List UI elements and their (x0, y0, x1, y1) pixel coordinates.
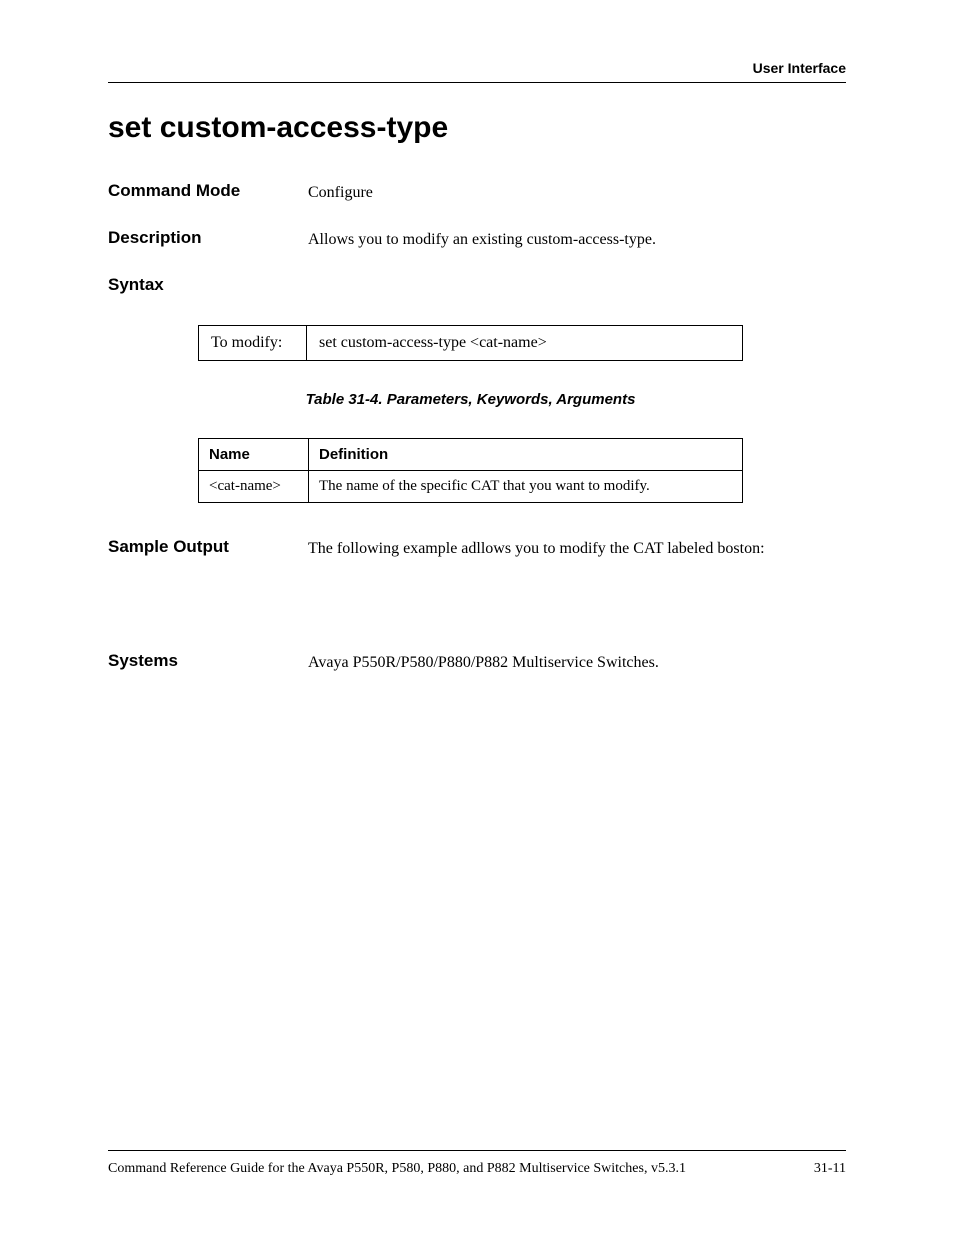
page-title: set custom-access-type (108, 111, 846, 145)
command-mode-value: Configure (308, 181, 846, 204)
params-table-caption: Table 31-4. Parameters, Keywords, Argume… (198, 391, 743, 408)
command-mode-label: Command Mode (108, 181, 308, 201)
params-header-name: Name (199, 439, 309, 471)
params-header-row: Name Definition (199, 439, 743, 471)
command-mode-row: Command Mode Configure (108, 181, 846, 204)
description-label: Description (108, 228, 308, 248)
sample-output-row: Sample Output The following example adll… (108, 537, 846, 560)
footer-right: 31-11 (814, 1161, 846, 1177)
description-value: Allows you to modify an existing custom-… (308, 228, 846, 251)
systems-row: Systems Avaya P550R/P580/P880/P882 Multi… (108, 651, 846, 674)
params-row-name: <cat-name> (199, 471, 309, 503)
footer-left: Command Reference Guide for the Avaya P5… (108, 1161, 686, 1177)
description-row: Description Allows you to modify an exis… (108, 228, 846, 251)
header-rule (108, 82, 846, 83)
sample-output-label: Sample Output (108, 537, 308, 557)
systems-value: Avaya P550R/P580/P880/P882 Multiservice … (308, 651, 846, 674)
syntax-table: To modify: set custom-access-type <cat-n… (198, 325, 743, 361)
params-row-definition: The name of the specific CAT that you wa… (309, 471, 743, 503)
sample-output-value: The following example adllows you to mod… (308, 537, 846, 560)
syntax-row: To modify: set custom-access-type <cat-n… (199, 326, 743, 361)
header-section-label: User Interface (108, 60, 846, 76)
params-header-definition: Definition (309, 439, 743, 471)
syntax-command: set custom-access-type <cat-name> (307, 326, 743, 361)
page-footer: Command Reference Guide for the Avaya P5… (108, 1150, 846, 1177)
params-table: Name Definition <cat-name> The name of t… (198, 438, 743, 503)
params-row: <cat-name> The name of the specific CAT … (199, 471, 743, 503)
syntax-label: Syntax (108, 275, 846, 295)
systems-label: Systems (108, 651, 308, 671)
footer-rule (108, 1150, 846, 1151)
syntax-action-label: To modify: (199, 326, 307, 361)
